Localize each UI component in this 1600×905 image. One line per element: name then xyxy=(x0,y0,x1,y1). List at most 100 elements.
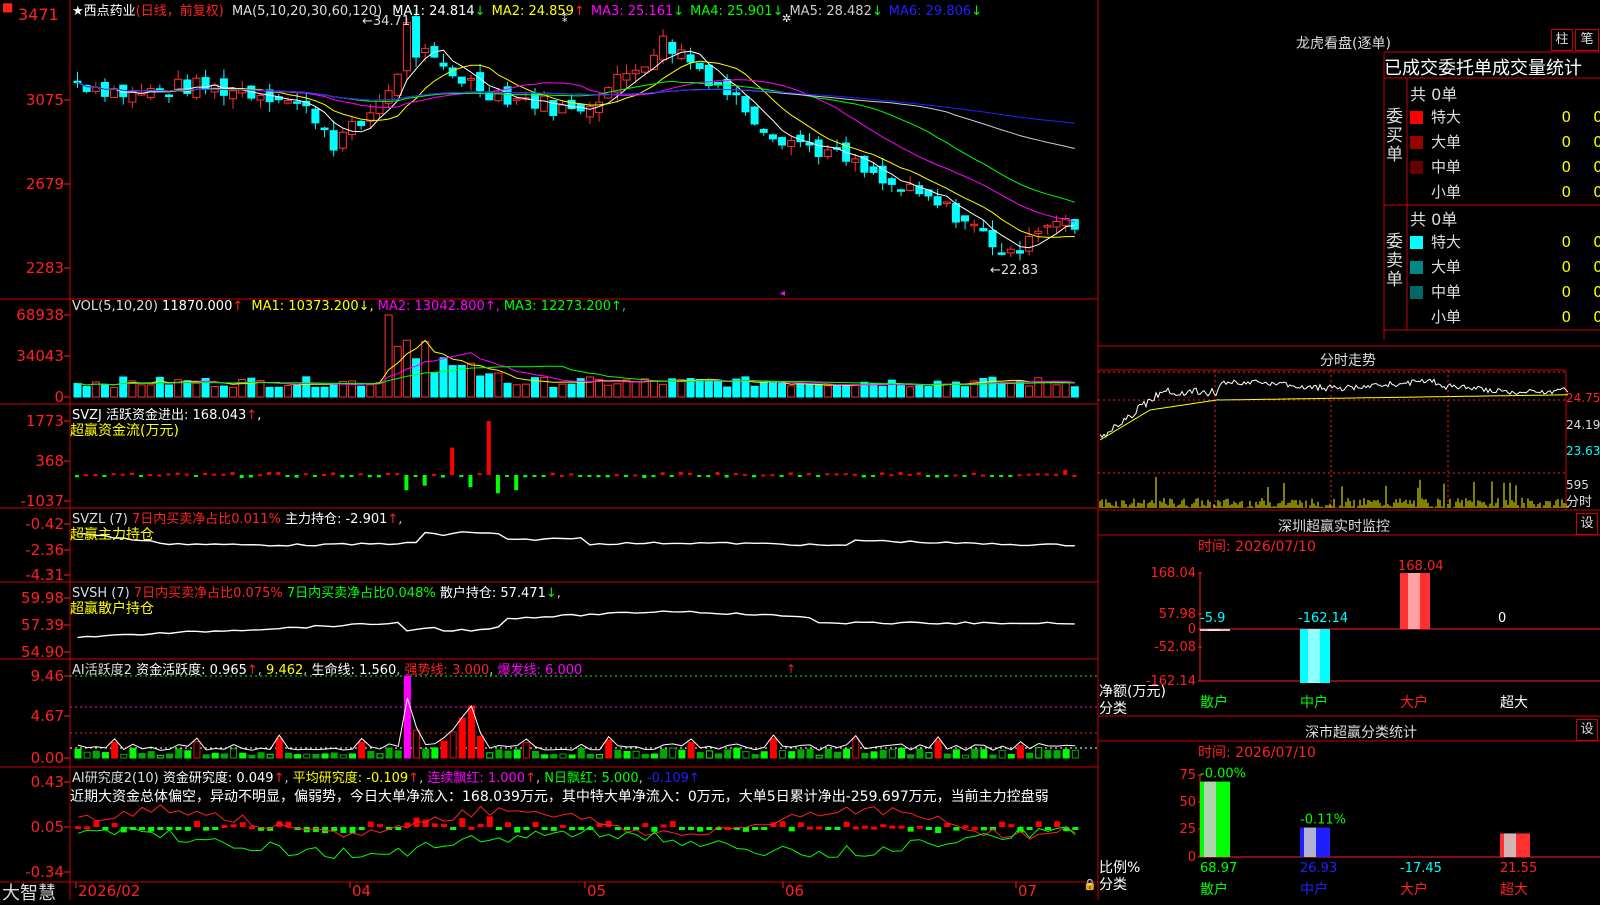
ai-research-bar xyxy=(788,827,795,832)
svzj-bar xyxy=(624,475,628,477)
ai-activity-bar xyxy=(83,751,91,759)
ai-research-bar xyxy=(175,827,182,830)
svzj-bar xyxy=(1017,474,1022,477)
ai-research-bar xyxy=(239,822,246,827)
sell-orders-label: 委卖单 xyxy=(1386,232,1403,290)
candle-body xyxy=(732,92,741,96)
chart-canvas[interactable]: 3075 2679 2283 68938 34043 0 1773 368 -1037 -0.42… xyxy=(0,0,1600,900)
ai-activity-bar xyxy=(92,750,100,759)
volume-bar xyxy=(73,382,82,398)
svzj-bar xyxy=(587,475,592,477)
star-icon[interactable]: ★ xyxy=(72,4,84,19)
svzj-bar xyxy=(349,475,354,477)
svzl-sub: 超赢主力持仓 xyxy=(70,527,154,543)
sell-order-row: 小单 0 0% xyxy=(1410,306,1600,327)
volume-bar xyxy=(357,385,366,398)
sz-xlabel: 分类 xyxy=(1099,701,1127,717)
candle-body xyxy=(329,130,338,151)
column-view-button[interactable]: 柱 xyxy=(1551,29,1573,51)
ai-research-bar xyxy=(468,826,475,830)
lock-icon[interactable]: 🔒 xyxy=(1083,878,1097,891)
svzj-tick-0: 1773 xyxy=(26,412,64,430)
ai-research-bar xyxy=(834,827,841,830)
vol-ma-line-1 xyxy=(77,339,1075,386)
intraday-axis-3: 595 xyxy=(1566,478,1589,492)
candle-body xyxy=(421,47,430,54)
candle-body xyxy=(823,149,832,158)
app-name: 大智慧 xyxy=(2,883,56,904)
candle-body xyxy=(338,131,347,149)
svzj-bar xyxy=(944,475,949,477)
volume-bar xyxy=(1070,386,1079,398)
svzj-bar xyxy=(294,475,299,478)
volume-bar xyxy=(430,372,439,398)
svzl-line xyxy=(77,531,1075,547)
ai-activity-bar xyxy=(824,748,832,759)
ai-activity-bar xyxy=(733,747,741,759)
order-percent: 0% xyxy=(1593,133,1600,151)
candle-body xyxy=(1015,250,1024,254)
buy-order-row: 中单 0 0% xyxy=(1410,156,1600,177)
volume-bar xyxy=(320,386,329,398)
sz-settings-button[interactable]: 设 xyxy=(1576,513,1598,535)
volume-bar xyxy=(915,385,924,398)
candle-body xyxy=(174,78,183,90)
ai-activity-bar xyxy=(559,753,567,759)
ai-research-bar xyxy=(523,827,530,830)
ma-value-2: MA2: 24.859↑ xyxy=(491,4,585,19)
candle-body xyxy=(622,73,631,81)
ai-research-bar xyxy=(861,825,868,829)
volume-bar xyxy=(210,385,219,398)
ai-research-bar xyxy=(395,827,402,830)
svzj-sub: 超赢资金流(万元) xyxy=(70,423,179,439)
cls-settings-button[interactable]: 设 xyxy=(1576,719,1598,741)
ai-activity-bar xyxy=(294,754,302,759)
ai-research-bar xyxy=(514,827,521,833)
volume-bar xyxy=(659,383,668,398)
ai-activity-bar xyxy=(751,754,759,759)
svzj-bar xyxy=(312,475,317,477)
vol-header: VOL(5,10,20) 11870.000↑ MA1: 10373.200↓,… xyxy=(72,299,627,314)
candle-body xyxy=(466,77,475,81)
svzj-bar xyxy=(404,475,409,491)
volume-bar xyxy=(787,385,796,398)
order-count: 0 xyxy=(1561,233,1571,251)
ai1-header: AI活跃度2 资金活跃度: 0.965↑, 9.462, 生命线: 1.560,… xyxy=(72,663,583,678)
svzj-bar xyxy=(322,474,327,477)
svzj-bar xyxy=(203,472,208,475)
low-label: ←22.83 xyxy=(990,263,1039,278)
candle-body xyxy=(695,62,704,70)
vol-ma-value-1: MA1: 10373.200↓, xyxy=(251,299,374,314)
volume-bar xyxy=(585,376,594,398)
svzj-bar xyxy=(550,472,555,475)
svzj-bar xyxy=(450,447,455,475)
volume-bar xyxy=(796,383,805,398)
candle-body xyxy=(851,158,860,163)
svzj-bar xyxy=(816,475,821,477)
ai-research-bar xyxy=(816,826,823,830)
svzj-bar xyxy=(605,475,610,478)
candle-body xyxy=(759,128,768,133)
svsh-tick-1: 57.39 xyxy=(21,616,64,634)
ai-activity-bar xyxy=(550,754,558,759)
ai-activity-bar xyxy=(806,748,814,759)
ai-activity-bar xyxy=(650,753,658,759)
ai-research-green-line xyxy=(77,825,1076,859)
svsh-sub: 超赢散户持仓 xyxy=(70,601,154,617)
date-label-3: 06 xyxy=(785,882,804,900)
candle-body xyxy=(311,108,320,124)
cls-cat-0: 散户 xyxy=(1200,881,1228,898)
menu-icon[interactable]: ■ xyxy=(2,0,13,14)
svzj-bar xyxy=(724,475,729,478)
tick-view-button[interactable]: 笔 xyxy=(1575,29,1599,51)
ai-activity-bar xyxy=(980,749,988,759)
candle-body xyxy=(723,79,732,96)
legend-swatch xyxy=(1410,186,1423,199)
ai-activity-bar xyxy=(339,754,347,759)
ai-activity-bar xyxy=(513,749,521,759)
candle-body xyxy=(640,66,649,73)
volume-bar xyxy=(741,376,750,398)
volume-bar xyxy=(997,382,1006,398)
svzj-bar xyxy=(505,475,510,477)
sz-cat-3: 超大 xyxy=(1500,695,1528,711)
